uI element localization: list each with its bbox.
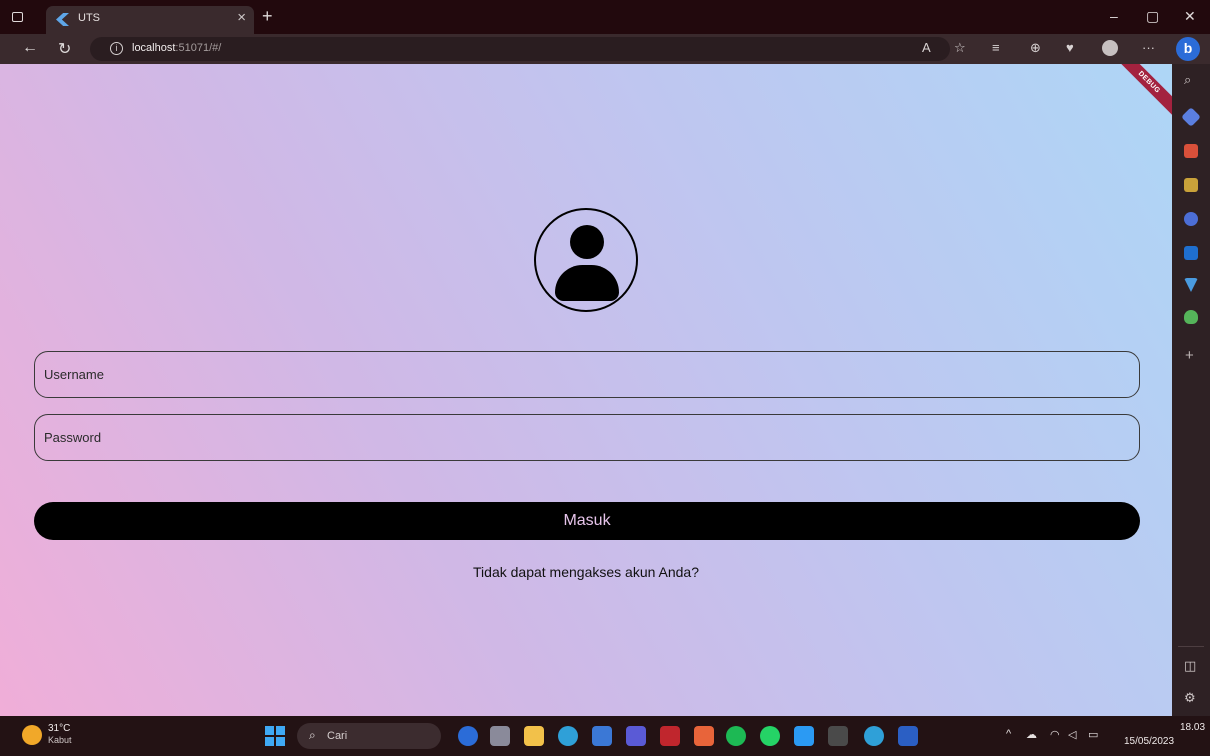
browser-tab[interactable]: UTS × (46, 6, 254, 34)
mcafee-icon[interactable] (660, 726, 680, 746)
xampp-icon[interactable] (694, 726, 714, 746)
url-text[interactable]: localhost:51071/#/ (132, 42, 221, 54)
url-host: localhost (132, 42, 176, 54)
edge-icon[interactable] (558, 726, 578, 746)
new-tab-icon[interactable]: + (262, 6, 273, 27)
edge-active-icon[interactable] (864, 726, 884, 746)
app-page: DEBUG Masuk Tidak dapat mengakses akun A… (0, 64, 1172, 716)
onedrive-icon[interactable]: ☁ (1026, 728, 1037, 741)
login-button[interactable]: Masuk (34, 502, 1140, 540)
debug-banner: DEBUG (1112, 64, 1172, 119)
windows-start-icon[interactable] (265, 726, 285, 746)
search-icon[interactable]: ⌕ (1184, 72, 1191, 88)
minimize-icon[interactable]: – (1110, 8, 1118, 24)
avatar-body (555, 265, 619, 301)
sidebar-divider (1178, 646, 1204, 647)
spotify-icon[interactable] (726, 726, 746, 746)
store-icon[interactable] (592, 726, 612, 746)
favorites-icon[interactable]: ≡ (992, 40, 1000, 55)
tray-chevron-icon[interactable]: ^ (1006, 728, 1011, 740)
forgot-account-link[interactable]: Tidak dapat mengakses akun Anda? (0, 564, 1172, 580)
search-icon: ⌕ (309, 728, 316, 742)
more-icon[interactable]: ··· (1142, 40, 1155, 55)
bing-icon[interactable]: b (1176, 37, 1200, 61)
whatsapp-icon[interactable] (760, 726, 780, 746)
word-icon[interactable] (898, 726, 918, 746)
hide-sidebar-icon[interactable]: ◫ (1184, 658, 1196, 674)
weather-temperature: 31°C (48, 723, 71, 734)
favorite-add-icon[interactable]: ☆ (954, 40, 966, 56)
tab-title: UTS (78, 12, 100, 24)
add-sidebar-app-icon[interactable]: + (1185, 347, 1194, 364)
vscode-icon[interactable] (794, 726, 814, 746)
task-view-icon[interactable] (490, 726, 510, 746)
edge-sidebar: ⌕ + ◫ ⚙ (1172, 64, 1210, 716)
browser-toolbar: ← ↻ i localhost:51071/#/ A ☆ ≡ ⊕ ♥ ··· b (0, 34, 1210, 64)
weather-condition: Kabut (48, 735, 72, 745)
microsoft-365-icon[interactable] (1184, 212, 1198, 226)
bing-chat-icon[interactable] (458, 726, 478, 746)
file-explorer-icon[interactable] (524, 726, 544, 746)
username-input[interactable] (34, 351, 1140, 398)
browser-essentials-icon[interactable]: ♥ (1066, 40, 1074, 55)
avatar-head (570, 225, 604, 259)
drop-icon[interactable] (1184, 278, 1198, 292)
sidebar-settings-gear-icon[interactable]: ⚙ (1184, 690, 1196, 706)
visual-studio-icon[interactable] (626, 726, 646, 746)
weather-icon[interactable] (22, 725, 42, 745)
restore-icon[interactable]: ▢ (1146, 8, 1159, 25)
site-info-icon[interactable]: i (110, 42, 123, 55)
tools-icon[interactable] (1184, 144, 1198, 158)
profile-avatar[interactable] (1102, 40, 1118, 56)
back-icon[interactable]: ← (22, 39, 38, 57)
clock-date[interactable]: 15/05/2023 (1124, 736, 1174, 747)
read-aloud-icon[interactable]: A (922, 40, 931, 55)
reload-icon[interactable]: ↻ (58, 39, 71, 59)
password-input[interactable] (34, 414, 1140, 461)
user-avatar-icon (534, 208, 638, 312)
taskbar-search-placeholder: Cari (327, 730, 348, 742)
outlook-icon[interactable] (1184, 246, 1198, 260)
wifi-icon[interactable]: ◠ (1050, 728, 1060, 741)
flutter-icon (56, 13, 69, 26)
shopping-icon[interactable] (1181, 107, 1201, 127)
battery-icon[interactable]: ▭ (1088, 728, 1098, 741)
tab-actions-icon[interactable] (12, 12, 23, 22)
taskbar-search[interactable]: ⌕ Cari (297, 723, 441, 749)
address-bar[interactable]: i localhost:51071/#/ (90, 37, 950, 61)
collections-icon[interactable]: ⊕ (1030, 40, 1041, 56)
windows-taskbar: 31°C Kabut ⌕ Cari ^ ☁ ◠ ◁ ▭ 18.03 15/05/… (0, 716, 1210, 756)
tree-icon[interactable] (1184, 310, 1198, 324)
url-path: :51071/#/ (175, 42, 222, 54)
volume-icon[interactable]: ◁ (1068, 728, 1076, 741)
games-icon[interactable] (1184, 178, 1198, 192)
tab-close-icon[interactable]: × (237, 9, 246, 26)
close-icon[interactable]: ✕ (1184, 8, 1196, 25)
clock-time[interactable]: 18.03 (1180, 722, 1205, 733)
browser-title-bar: UTS × + – ▢ ✕ (0, 0, 1210, 34)
terminal-icon[interactable] (828, 726, 848, 746)
